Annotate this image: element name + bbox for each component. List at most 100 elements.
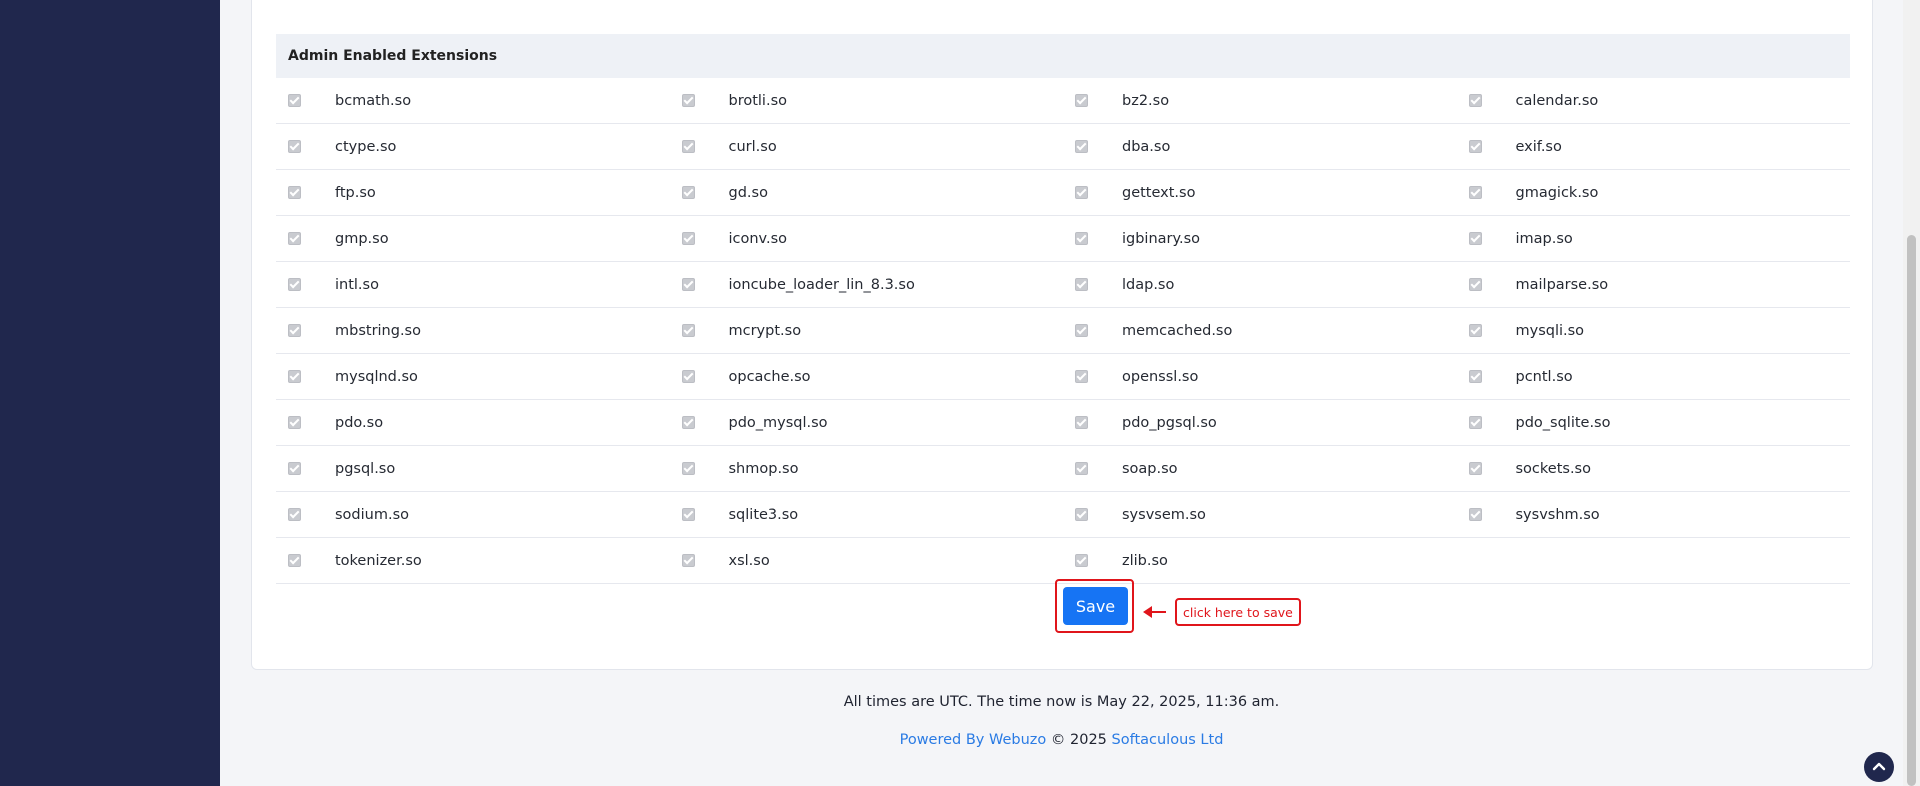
extension-item: sodium.so [276,492,670,537]
extension-checkbox[interactable] [288,94,301,107]
extension-checkbox[interactable] [681,416,695,429]
extension-checkbox[interactable] [1075,324,1088,337]
extension-item: tokenizer.so [276,538,670,583]
extension-row: pgsql.so shmop.so soap.so sockets.so [276,446,1850,492]
extension-label: pdo_pgsql.so [1122,414,1217,431]
extension-item: gettext.so [1063,170,1457,215]
extension-checkbox[interactable] [681,232,695,245]
extension-checkbox[interactable] [681,140,695,153]
save-button[interactable]: Save [1063,587,1128,625]
extension-label: mysqlnd.so [335,368,418,385]
extension-checkbox[interactable] [681,370,695,383]
extension-item: igbinary.so [1063,216,1457,261]
extension-checkbox[interactable] [1468,140,1482,153]
extension-checkbox[interactable] [1075,508,1088,521]
company-link[interactable]: Softaculous Ltd [1112,732,1224,748]
extension-checkbox[interactable] [1468,232,1482,245]
extension-checkbox[interactable] [1468,416,1482,429]
extension-checkbox[interactable] [1468,462,1482,475]
extension-item: gmp.so [276,216,670,261]
extension-row: pdo.so pdo_mysql.so pdo_pgsql.so pdo_sqlite… [276,400,1850,446]
extension-label: sysvsem.so [1122,506,1206,523]
extension-checkbox[interactable] [1075,94,1088,107]
copyright-text: © 2025 [1050,732,1107,748]
extension-checkbox[interactable] [288,554,301,567]
extension-label: bcmath.so [335,92,412,109]
extension-checkbox[interactable] [288,508,301,521]
extension-row: mbstring.so mcrypt.so memcached.so mysqli.s… [276,308,1850,354]
extension-item: pdo.so [276,400,670,445]
extension-checkbox[interactable] [681,324,695,337]
extension-checkbox[interactable] [681,462,695,475]
extension-item: gmagick.so [1457,170,1851,215]
extension-label: openssl.so [1122,368,1199,385]
extension-label: pcntl.so [1515,368,1573,385]
extension-label: exif.so [1515,138,1562,155]
extension-checkbox[interactable] [288,370,301,383]
extension-label: gettext.so [1122,184,1196,201]
chevron-up-icon [1872,762,1886,771]
extension-checkbox[interactable] [1075,278,1088,291]
extension-label: mbstring.so [335,322,421,339]
extension-label: opcache.so [728,368,811,385]
extension-checkbox[interactable] [681,186,695,199]
extension-checkbox[interactable] [288,324,301,337]
extension-label: mcrypt.so [728,322,802,339]
save-callout: click here to save [1175,598,1301,626]
arrow-left-icon [1143,606,1152,618]
extension-item: mbstring.so [276,308,670,353]
scrollbar-thumb[interactable] [1907,235,1916,786]
extension-row: intl.so ioncube_loader_lin_8.3.so ldap.so m… [276,262,1850,308]
extension-item: dba.so [1063,124,1457,169]
annotation-arrow-line [1151,611,1166,613]
extension-label: imap.so [1515,230,1573,247]
extension-label: mysqli.so [1515,322,1585,339]
main-content: Admin Enabled Extensions bcmath.so brotli… [220,0,1903,786]
extension-checkbox[interactable] [681,554,695,567]
extension-checkbox[interactable] [1468,508,1482,521]
extension-item: pgsql.so [276,446,670,491]
extension-label: intl.so [335,276,379,293]
page-scrollbar[interactable] [1903,0,1920,786]
extension-checkbox[interactable] [1468,94,1482,107]
extension-item: imap.so [1457,216,1851,261]
extension-checkbox[interactable] [1468,370,1482,383]
extension-item: sqlite3.so [670,492,1064,537]
extension-checkbox[interactable] [681,94,695,107]
extension-checkbox[interactable] [288,416,301,429]
extension-checkbox[interactable] [288,186,301,199]
extension-checkbox[interactable] [288,232,301,245]
extension-label: soap.so [1122,460,1178,477]
section-header: Admin Enabled Extensions [276,34,1850,78]
extension-checkbox[interactable] [288,278,301,291]
extension-item: zlib.so [1063,538,1457,583]
extension-checkbox[interactable] [1075,186,1088,199]
extension-item: brotli.so [670,78,1064,123]
extension-item: soap.so [1063,446,1457,491]
extension-checkbox[interactable] [1075,416,1088,429]
extension-label: ioncube_loader_lin_8.3.so [728,276,915,293]
extension-checkbox[interactable] [1468,278,1482,291]
extension-row: bcmath.so brotli.so bz2.so calendar.so [276,78,1850,124]
extension-checkbox[interactable] [288,462,301,475]
extension-checkbox[interactable] [288,140,301,153]
extension-item: xsl.so [670,538,1064,583]
extension-checkbox[interactable] [1468,324,1482,337]
extension-row: mysqlnd.so opcache.so openssl.so pcntl.so [276,354,1850,400]
extension-checkbox[interactable] [1075,554,1088,567]
powered-by-link[interactable]: Powered By Webuzo [900,732,1047,748]
extension-item: mysqlnd.so [276,354,670,399]
extension-checkbox[interactable] [1075,232,1088,245]
extension-checkbox[interactable] [1075,462,1088,475]
scroll-to-top-button[interactable] [1864,752,1894,782]
extension-checkbox[interactable] [1075,140,1088,153]
extension-row: ctype.so curl.so dba.so exif.so [276,124,1850,170]
extension-checkbox[interactable] [1468,186,1482,199]
extension-checkbox[interactable] [1075,370,1088,383]
extension-checkbox[interactable] [681,508,695,521]
extension-label: brotli.so [728,92,788,109]
extension-checkbox[interactable] [681,278,695,291]
extension-item: sysvsem.so [1063,492,1457,537]
extension-label: pdo_sqlite.so [1515,414,1611,431]
extension-label: bz2.so [1122,92,1170,109]
